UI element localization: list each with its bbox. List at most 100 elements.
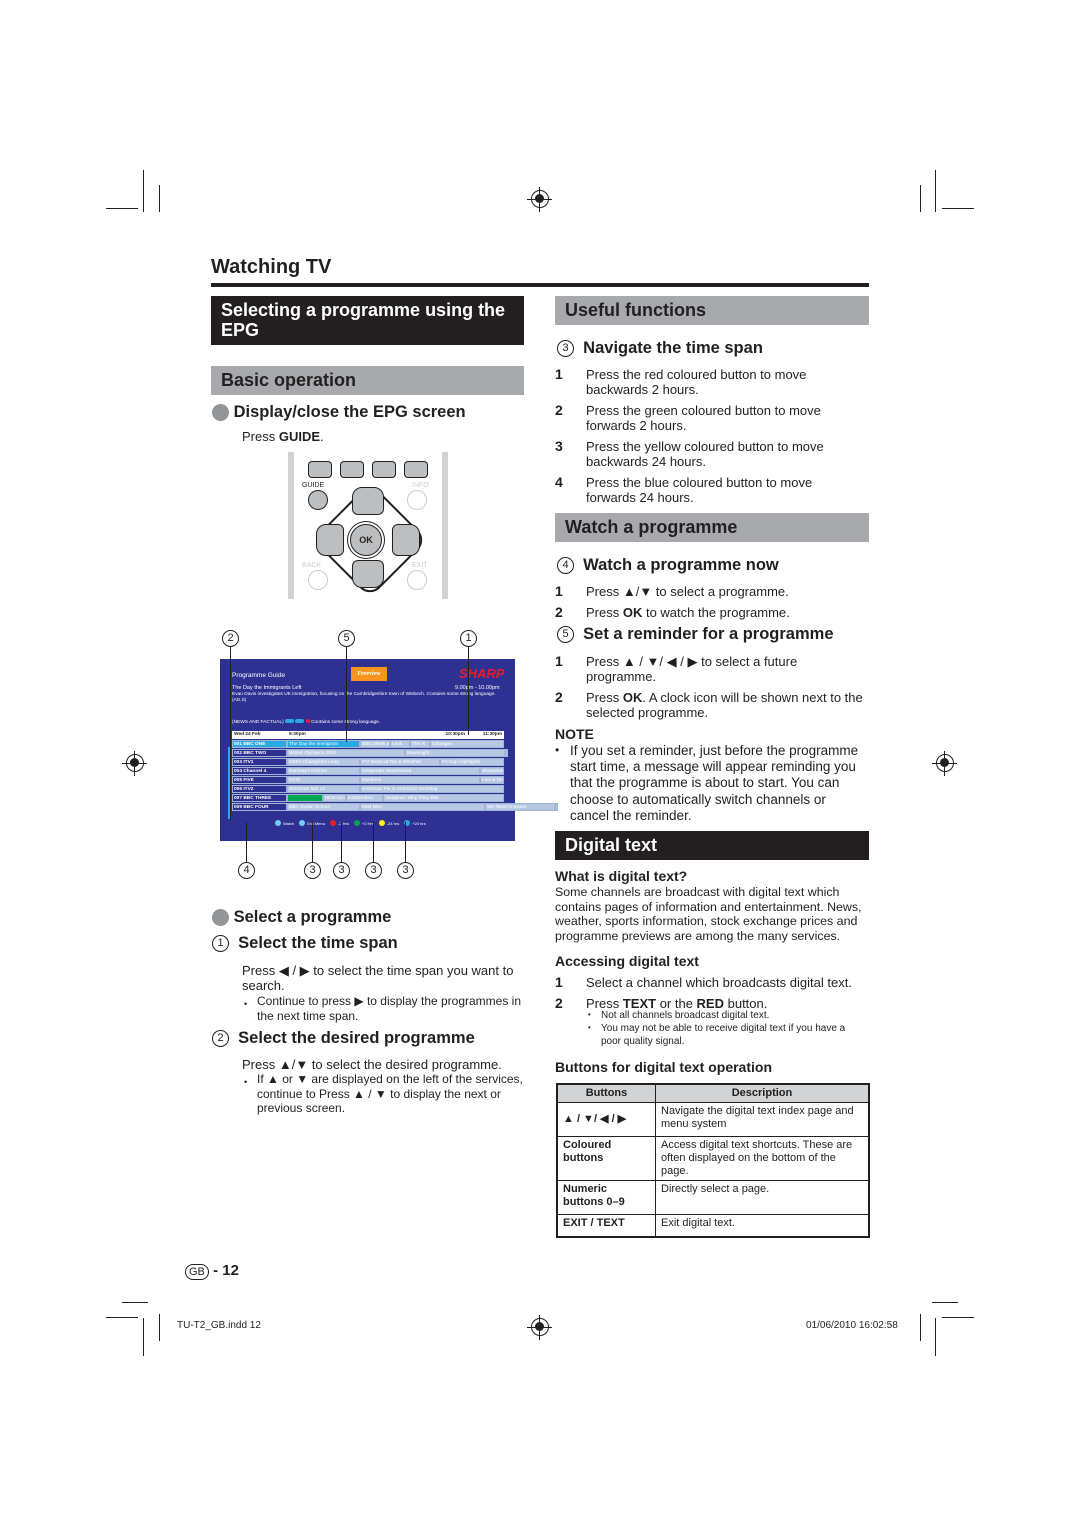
epg-programme[interactable]: Look	[390, 740, 410, 748]
subsection-basic-operation: Basic operation	[211, 366, 524, 395]
table-row: Coloured buttons Access digital text shor…	[556, 1136, 870, 1181]
heading-select-time-span: 1 Select the time span	[212, 934, 398, 953]
epg-programme[interactable]: The Day the Immigrant	[287, 740, 360, 748]
info-button[interactable]	[407, 490, 427, 510]
epg-channel[interactable]: 009 BBC FOUR	[232, 803, 287, 811]
step-text: Press OK to watch the programme.	[586, 605, 790, 620]
description-cell: Navigate the digital text index page and…	[655, 1102, 870, 1137]
epg-channel[interactable]: 007 BBC THREE	[232, 794, 287, 802]
access-step-1: Select a channel which broadcasts digita…	[586, 975, 852, 990]
epg-row[interactable]: 007 BBC THREE Most Ann EastEnders Vampires:…	[232, 794, 504, 802]
exit-button[interactable]	[407, 570, 427, 590]
callout-number: 3	[304, 862, 321, 879]
epg-programme[interactable]: We Need Answers	[485, 803, 555, 811]
left-button[interactable]	[316, 524, 344, 556]
blue-button[interactable]	[404, 461, 428, 478]
heading-reminder: 5 Set a reminder for a programme	[557, 625, 834, 644]
epg-channel[interactable]: 006 ITV2	[232, 785, 287, 793]
back-button[interactable]	[308, 570, 328, 590]
back-label: BACK	[302, 562, 322, 569]
right-button[interactable]	[392, 524, 420, 556]
table-header: Buttons	[556, 1083, 656, 1103]
epg-programme[interactable]: Numbers	[360, 776, 480, 784]
callout-line	[468, 647, 469, 735]
epg-programme[interactable]: Winter Olympics 2010	[287, 749, 405, 757]
heading-watch-now: 4 Watch a programme now	[557, 556, 779, 575]
heading-select-desired: 2 Select the desired programme	[212, 1029, 475, 1048]
epg-row[interactable]: 003 ITV1 UEFA Champions Leag ITV News at T…	[232, 758, 504, 766]
exit-label: EXIT	[412, 562, 428, 569]
epg-programme[interactable]: American Pie 3: American Wedding	[360, 785, 504, 793]
callout-line	[341, 822, 342, 862]
step2-text: Press ▲/▼ to select the desired programm…	[242, 1057, 502, 1072]
guide-button[interactable]	[308, 490, 328, 510]
epg-channel[interactable]: 003 ITV1	[232, 758, 287, 766]
red-dot-icon	[329, 820, 336, 826]
epg-channel[interactable]: 004 Channel 4	[232, 767, 287, 775]
epg-channel[interactable]: 005 FIVE	[232, 776, 287, 784]
epg-programme[interactable]: Mad Men	[360, 803, 485, 811]
epg-programme[interactable]: Law & Order: Criminal I	[480, 776, 504, 784]
epg-legend-item: -24 hrs	[378, 820, 399, 826]
epg-programme[interactable]: Newsnight	[405, 749, 505, 757]
registration-mark	[122, 754, 147, 772]
epg-row[interactable]: 001 BBC ONE The Day the Immigrant BBC News…	[232, 740, 504, 748]
epg-genre-line: (NEWS AND FACTUAL) Contains some strong …	[232, 719, 381, 725]
epg-programme[interactable]: Shameless	[480, 767, 504, 775]
epg-programme[interactable]	[287, 794, 323, 802]
step-number: 1	[555, 366, 563, 382]
epg-row[interactable]: 002 BBC TWO Winter Olympics 2010 Newsnight…	[232, 749, 508, 757]
epg-programme[interactable]: ITV News at Ten & Weather	[360, 758, 440, 766]
epg-programme[interactable]: UEFA Champions Leag	[287, 758, 360, 766]
description-cell: Directly select a page.	[655, 1180, 870, 1215]
epg-row[interactable]: 004 Channel 4 Ramsay's Kitchen Desperate H…	[232, 767, 504, 775]
crop-mark	[106, 1317, 138, 1318]
epg-legend-item: +2 Hrs	[353, 820, 374, 826]
epg-channel[interactable]: 002 BBC TWO	[232, 749, 287, 757]
epg-programme[interactable]: Desperate Housewives	[360, 767, 480, 775]
epg-row[interactable]: 006 ITV2 American Idol 12 American Pie 3: …	[232, 785, 504, 793]
epg-programme[interactable]: Ramsay's Kitchen	[287, 767, 360, 775]
epg-screen: Programme Guide Freeview SHARP The Day t…	[220, 659, 558, 841]
epg-row[interactable]: 009 BBC FOUR BBC Syrian School Mad Men We N…	[232, 803, 558, 811]
epg-channel[interactable]: 001 BBC ONE	[232, 740, 287, 748]
epg-programme[interactable]: BBC Syrian School	[287, 803, 360, 811]
epg-programme[interactable]: The R	[410, 740, 430, 748]
epg-programme[interactable]: EastEnders	[346, 794, 383, 802]
up-button[interactable]	[352, 487, 384, 515]
section-header-epg: Selecting a programme using the EPG	[211, 296, 524, 345]
epg-programme[interactable]: Winte	[505, 749, 508, 757]
yellow-button[interactable]	[372, 461, 396, 478]
page-number: GB - 12	[185, 1262, 239, 1280]
epg-row[interactable]: 005 FIVENCISNumbersLaw & Order: Criminal…	[232, 776, 504, 784]
epg-legend-item: +24 hrs	[404, 820, 426, 826]
step-text: Press the red coloured button to move ba…	[586, 367, 807, 397]
epg-programme[interactable]: NCIS	[287, 776, 360, 784]
access-step-2: Press TEXT or the RED button.	[586, 996, 768, 1011]
down-button[interactable]	[352, 560, 384, 588]
registration-mark	[932, 754, 957, 772]
callout-line	[246, 822, 247, 862]
callout-line	[312, 822, 313, 862]
ok-button[interactable]: OK	[350, 524, 382, 556]
registration-mark	[527, 190, 552, 208]
epg-programme[interactable]: BBC News at Ten	[360, 740, 390, 748]
step-number: 2	[555, 689, 563, 705]
callout-line	[346, 647, 347, 742]
epg-programme[interactable]: Damages	[430, 740, 504, 748]
red-button[interactable]	[308, 461, 332, 478]
title-rule	[211, 283, 869, 287]
epg-programme[interactable]: Vampires: Why They Bite	[383, 794, 504, 802]
epg-programme[interactable]: American Idol 12	[287, 785, 360, 793]
epg-programme[interactable]: It's C	[555, 803, 558, 811]
step-number: 4	[555, 474, 563, 490]
info-label: INFO	[412, 482, 429, 489]
epg-time-header: Wed 24 Feb 9:30pm 10:30pm 11:30pm	[232, 731, 504, 739]
step-number: 2	[555, 604, 563, 620]
step-number: 2	[555, 995, 563, 1011]
epg-programme[interactable]: Most Ann	[323, 794, 346, 802]
note-label: NOTE	[555, 726, 594, 742]
section-useful-functions: Useful functions	[555, 296, 869, 325]
green-button[interactable]	[340, 461, 364, 478]
epg-programme[interactable]: FA Cup Highlights	[440, 758, 504, 766]
